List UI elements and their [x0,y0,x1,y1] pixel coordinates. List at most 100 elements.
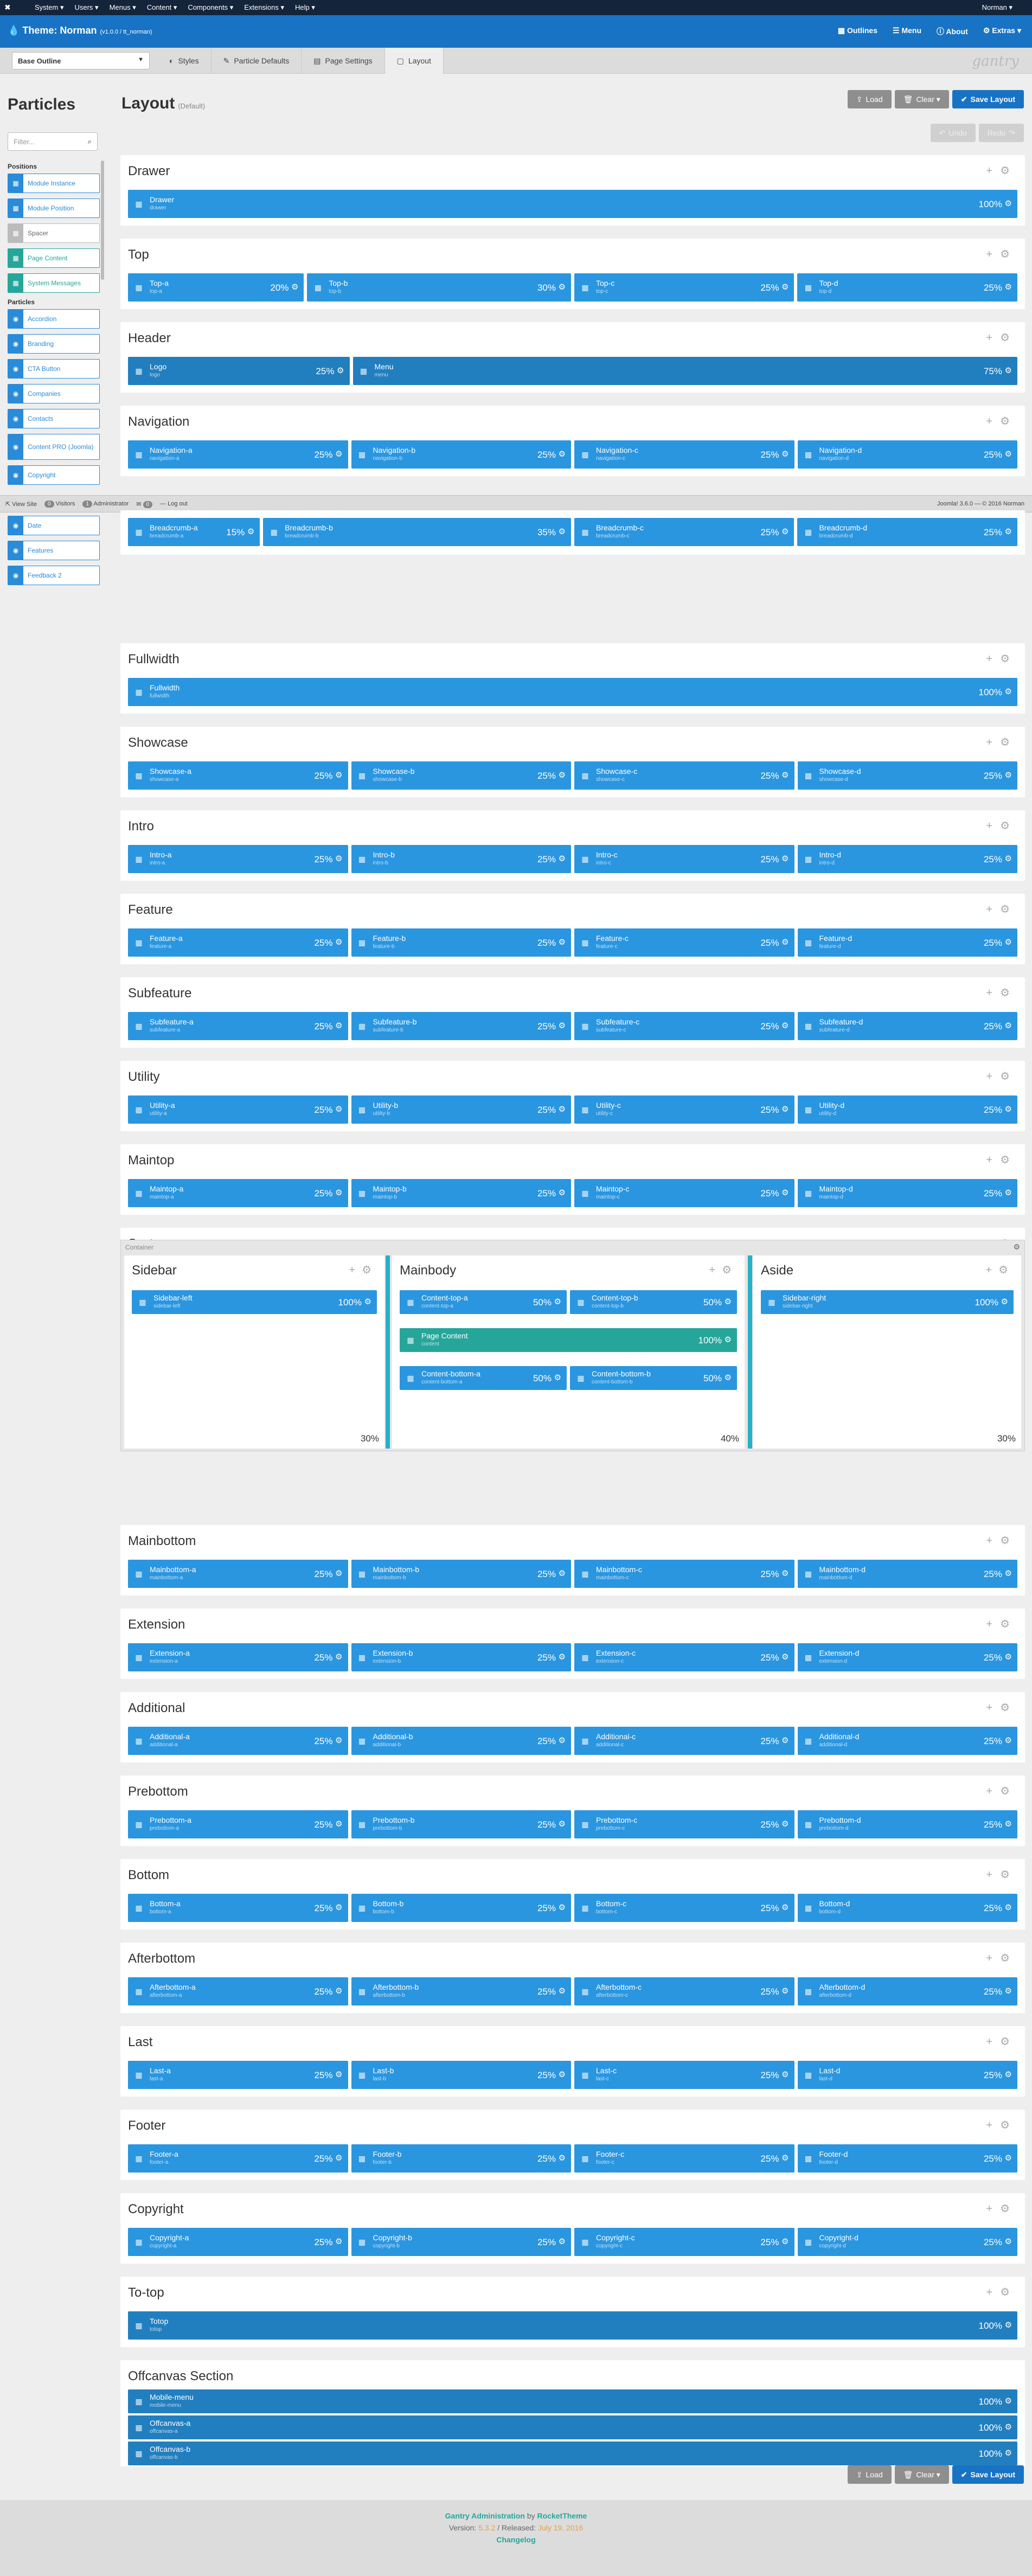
gear-icon[interactable]: ⚙ [725,1373,732,1382]
gear-icon[interactable]: ⚙ [291,282,298,292]
save-layout-button-bottom[interactable]: ✔ Save Layout [952,2465,1024,2484]
gear-icon[interactable]: ⚙ [364,1297,371,1306]
gear-icon[interactable]: ⚙ [1005,1986,1012,1996]
gear-icon[interactable]: ⚙ [335,1652,342,1662]
gear-icon[interactable]: ⚙ [781,1735,789,1745]
particle-additional-b[interactable]: ▦ Additional-b additional-b 25% ⚙ [351,1727,571,1755]
outline-select[interactable]: Base Outline ▼ [12,52,150,69]
gear-icon[interactable]: ⚙ [1001,1297,1008,1306]
particle-maintop-a[interactable]: ▦ Maintop-a maintop-a 25% ⚙ [128,1179,348,1207]
particle-intro-a[interactable]: ▦ Intro-a intro-a 25% ⚙ [128,845,348,873]
particle-afterbottom-b[interactable]: ▦ Afterbottom-b afterbottom-b 25% ⚙ [351,1977,571,2005]
particle-maintop-b[interactable]: ▦ Maintop-b maintop-b 25% ⚙ [351,1179,571,1207]
particle-breadcrumb-d[interactable]: ▦ Breadcrumb-d breadcrumb-d 25% ⚙ [797,518,1017,546]
particle-item-cta-button[interactable]: ◉ CTA Button [8,359,100,379]
gear-icon[interactable]: ⚙ [725,1297,732,1306]
gear-icon[interactable]: ⚙ [335,770,342,780]
particle-prebottom-b[interactable]: ▦ Prebottom-b prebottom-b 25% ⚙ [351,1810,571,1838]
gear-icon[interactable]: ⚙ [1005,1104,1012,1114]
gear-icon[interactable]: ⚙ [335,2153,342,2163]
section-controls[interactable]: +⚙ [986,1701,1017,1714]
particle-extension-a[interactable]: ▦ Extension-a extension-a 25% ⚙ [128,1643,348,1671]
particle-offcanvas-a[interactable]: ▦ Offcanvas-a offcanvas-a 100% ⚙ [128,2415,1017,2439]
gantry-admin-link[interactable]: Gantry Administration [445,2511,525,2520]
particle-intro-c[interactable]: ▦ Intro-c intro-c 25% ⚙ [574,845,794,873]
load-button-bottom[interactable]: ⇪ Load [847,2465,892,2484]
column-controls[interactable]: +⚙ [349,1263,378,1277]
joomla-logo-icon[interactable]: ✖ [0,0,15,15]
particle-logo[interactable]: ▦ Logo logo 25% ⚙ [128,357,350,385]
particle-mainbottom-a[interactable]: ▦ Mainbottom-a mainbottom-a 25% ⚙ [128,1560,348,1588]
gear-icon[interactable]: ⚙ [1005,2153,1012,2163]
gear-icon[interactable]: ⚙ [1005,1188,1012,1197]
gear-icon[interactable]: ⚙ [781,1021,789,1030]
particle-intro-d[interactable]: ▦ Intro-d intro-d 25% ⚙ [797,845,1017,873]
gear-icon[interactable]: ⚙ [1005,1652,1012,1662]
gear-icon[interactable]: ⚙ [559,1819,566,1829]
particle-bottom-d[interactable]: ▦ Bottom-d bottom-d 25% ⚙ [797,1894,1017,1922]
section-controls[interactable]: +⚙ [986,986,1017,999]
particle-afterbottom-a[interactable]: ▦ Afterbottom-a afterbottom-a 25% ⚙ [128,1977,348,2005]
section-controls[interactable]: +⚙ [986,247,1017,261]
particle-fullwidth[interactable]: ▦ Fullwidth fullwidth 100% ⚙ [128,678,1017,706]
gear-icon[interactable]: ⚙ [781,1819,789,1829]
gear-icon[interactable]: ⚙ [781,770,789,780]
particle-content-top-a[interactable]: ▦ Content-top-a content-top-a 50% ⚙ [400,1290,567,1314]
gear-icon[interactable]: ⚙ [781,1652,789,1662]
section-controls[interactable]: +⚙ [986,1069,1017,1083]
undo-button[interactable]: ↶ Undo [930,124,976,142]
particle-last-d[interactable]: ▦ Last-d last-d 25% ⚙ [797,2061,1017,2089]
gear-icon[interactable]: ⚙ [554,1373,561,1382]
gear-icon[interactable]: ⚙ [559,1021,566,1030]
gear-icon[interactable]: ⚙ [559,937,566,947]
particle-sidebar-right[interactable]: ▦ Sidebar-right sidebar-right 100% ⚙ [761,1290,1014,1314]
particle-prebottom-a[interactable]: ▦ Prebottom-a prebottom-a 25% ⚙ [128,1810,348,1838]
particle-extension-d[interactable]: ▦ Extension-d extension-d 25% ⚙ [797,1643,1017,1671]
view-site-link[interactable]: ⇱ View Site [5,501,37,508]
gear-icon[interactable]: ⚙ [335,2237,342,2246]
section-controls[interactable]: +⚙ [986,331,1017,344]
gear-icon[interactable]: ⚙ [554,1297,561,1306]
particle-sidebar-left[interactable]: ▦ Sidebar-left sidebar-left 100% ⚙ [132,1290,377,1314]
topbar-menu-item[interactable]: System ▾ [35,3,63,12]
gear-icon[interactable]: ⚙ [559,1104,566,1114]
gear-icon[interactable]: ⚙ [781,2069,789,2079]
gear-icon[interactable]: ⚙ [781,854,789,863]
gear-icon[interactable]: ⚙ [559,1986,566,1996]
section-controls[interactable]: +⚙ [986,414,1017,428]
particle-footer-b[interactable]: ▦ Footer-b footer-b 25% ⚙ [351,2144,571,2173]
gear-icon[interactable]: ⚙ [1005,1568,1012,1578]
gear-icon[interactable]: ⚙ [781,1104,789,1114]
topbar-menu-item[interactable]: Extensions ▾ [244,3,284,12]
particle-additional-c[interactable]: ▦ Additional-c additional-c 25% ⚙ [574,1727,794,1755]
gear-icon[interactable]: ⚙ [781,2237,789,2246]
section-controls[interactable]: +⚙ [986,2118,1017,2132]
particle-item-page-content[interactable]: ▦ Page Content [8,248,100,268]
section-controls[interactable]: +⚙ [986,902,1017,916]
particle-item-branding[interactable]: ◉ Branding [8,334,100,354]
gear-icon[interactable]: ⚙ [335,937,342,947]
particle-item-contacts[interactable]: ◉ Contacts [8,409,100,428]
gear-icon[interactable]: ⚙ [247,527,254,536]
header-nav-menu[interactable]: ☰ Menu [893,26,921,37]
particle-totop[interactable]: ▦ Totop totop 100% ⚙ [128,2311,1017,2340]
gear-icon[interactable]: ⚙ [335,1735,342,1745]
gear-icon[interactable]: ⚙ [559,854,566,863]
gear-icon[interactable]: ⚙ [1005,282,1012,292]
gear-icon[interactable]: ⚙ [1005,198,1012,208]
particle-content[interactable]: ▦ Page Content content 100% ⚙ [400,1328,737,1352]
particle-item-module-position[interactable]: ▦ Module Position [8,198,100,218]
user-menu[interactable]: Norman ▾ [982,3,1012,12]
particle-copyright-c[interactable]: ▦ Copyright-c copyright-c 25% ⚙ [574,2228,794,2256]
gear-icon[interactable]: ⚙ [335,1568,342,1578]
gear-icon[interactable]: ⚙ [1005,527,1012,536]
clear-button[interactable]: 🗑 Clear ▾ [894,90,949,108]
gear-icon[interactable]: ⚙ [781,1188,789,1197]
section-controls[interactable]: +⚙ [986,1868,1017,1881]
particle-item-copyright[interactable]: ◉ Copyright [8,465,100,485]
tab-particle-defaults[interactable]: ✎ Particle Defaults [211,48,302,74]
particle-mainbottom-d[interactable]: ▦ Mainbottom-d mainbottom-d 25% ⚙ [797,1560,1017,1588]
logout-link[interactable]: — Log out [160,501,188,507]
gear-icon[interactable]: ⚙ [1005,2422,1012,2432]
particle-utility-c[interactable]: ▦ Utility-c utility-c 25% ⚙ [574,1095,794,1124]
